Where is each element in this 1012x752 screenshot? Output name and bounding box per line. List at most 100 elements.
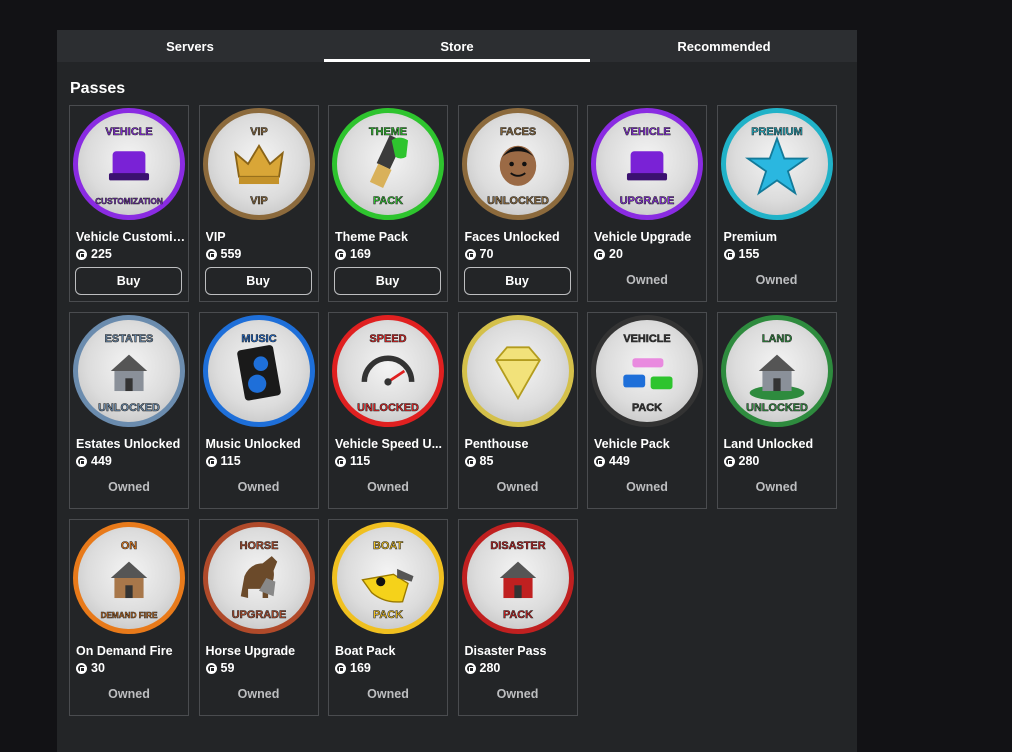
speaker-icon: MUSIC [202,315,315,427]
svg-text:UNLOCKED: UNLOCKED [487,195,549,207]
pass-card[interactable]: ESTATES UNLOCKED Estates Unlocked 449 Owned [69,312,189,509]
diamond-icon [461,315,574,427]
pass-card[interactable]: VEHICLE UPGRADE Vehicle Upgrade 20 Owned [587,105,707,302]
pass-card[interactable]: BOAT PACK Boat Pack 169 Owned [328,519,448,716]
pass-price-value: 449 [91,454,112,468]
owned-label: Owned [755,273,798,287]
buy-button[interactable]: Buy [463,267,571,295]
tab-store[interactable]: Store [324,30,590,62]
owned-label: Owned [496,480,539,494]
pass-card[interactable]: HORSE UPGRADE Horse Upgrade 59 Owned [198,519,319,716]
paintbrush-icon: THEME PACK [332,108,444,220]
pass-price: 115 [205,454,241,468]
svg-text:VIP: VIP [250,126,268,138]
pass-name: Penthouse [464,437,529,451]
robux-icon [594,455,605,467]
svg-text:BOAT: BOAT [373,540,403,552]
svg-text:PACK: PACK [373,195,403,207]
pass-price-value: 225 [91,247,112,261]
tab-recommended[interactable]: Recommended [591,30,857,62]
star-icon: PREMIUM [720,108,833,220]
svg-text:UNLOCKED: UNLOCKED [357,402,419,414]
buy-button[interactable]: Buy [75,267,182,295]
pass-card[interactable]: DISASTER PACK Disaster Pass 280 Owned [457,519,578,716]
pass-name: Boat Pack [335,644,396,658]
svg-text:ON: ON [121,540,137,552]
pass-name: Vehicle Pack [594,437,670,451]
boat-icon: BOAT PACK [332,522,444,634]
pass-card[interactable]: VEHICLE PACK Vehicle Pack 449 Owned [587,312,707,509]
section-title: Passes [70,80,126,97]
robux-icon [205,248,217,260]
pass-price-value: 155 [738,247,760,261]
svg-text:DISASTER: DISASTER [490,540,545,552]
pass-card[interactable]: Penthouse 85 Owned [457,312,578,509]
robux-icon [76,455,87,467]
svg-text:MUSIC: MUSIC [241,333,276,345]
svg-text:SPEED: SPEED [370,333,407,345]
pass-name: Faces Unlocked [464,230,560,244]
pass-card[interactable]: VEHICLE CUSTOMIZATION Vehicle Customiz... 2… [69,105,189,302]
pass-card[interactable]: PREMIUM Premium 155 Owned [716,105,837,302]
pass-price: 280 [723,454,759,468]
pass-price: 85 [464,454,494,468]
house-icon: ESTATES UNLOCKED [73,315,185,427]
svg-text:LAND: LAND [761,333,791,345]
robux-icon [205,455,217,467]
pass-name: Disaster Pass [464,644,547,658]
pass-name: On Demand Fire [76,644,173,658]
robux-icon [723,455,735,467]
pass-name: Land Unlocked [723,437,814,451]
robux-icon [594,248,605,260]
pass-card[interactable]: VIP VIP VIP 559 Buy [198,105,319,302]
svg-text:UPGRADE: UPGRADE [231,609,286,621]
passes-grid: VEHICLE CUSTOMIZATION Vehicle Customiz... 2… [69,105,837,716]
robux-icon [464,662,476,674]
owned-label: Owned [626,273,668,287]
buy-button[interactable]: Buy [204,267,312,295]
svg-text:VEHICLE: VEHICLE [623,126,670,138]
speedometer-icon: SPEED UNLOCKED [332,315,444,427]
pass-card[interactable]: SPEED UNLOCKED Vehicle Speed U... 115 Owned [328,312,448,509]
pass-card[interactable]: LAND UNLOCKED Land Unlocked 280 Owned [716,312,837,509]
pass-price-value: 280 [479,661,501,675]
pass-price-value: 85 [479,454,494,468]
svg-text:DEMAND FIRE: DEMAND FIRE [101,611,158,620]
svg-text:UPGRADE: UPGRADE [620,195,675,207]
pass-card[interactable]: THEME PACK Theme Pack 169 Buy [328,105,448,302]
pass-card[interactable]: MUSIC Music Unlocked 115 Owned [198,312,319,509]
svg-text:THEME: THEME [369,126,407,138]
tab-servers[interactable]: Servers [57,30,323,62]
owned-label: Owned [108,687,150,701]
pass-price-value: 559 [220,247,242,261]
pass-price-value: 30 [91,661,105,675]
pass-name: Music Unlocked [205,437,301,451]
pass-price-value: 59 [220,661,235,675]
pass-price: 449 [76,454,112,468]
pass-card[interactable]: ON DEMAND FIRE On Demand Fire 30 Owned [69,519,189,716]
pass-price: 169 [335,661,371,675]
owned-label: Owned [237,480,280,494]
pass-name: Horse Upgrade [205,644,296,658]
owned-label: Owned [108,480,150,494]
svg-text:VEHICLE: VEHICLE [105,126,152,138]
pass-price-value: 115 [220,454,241,468]
robux-icon [723,248,735,260]
face-icon: FACES UNLOCKED [461,108,574,220]
pass-price-value: 70 [479,247,494,261]
pass-price: 70 [464,247,494,261]
disaster-house-icon: DISASTER PACK [461,522,574,634]
robux-icon [335,455,346,467]
pass-price-value: 20 [609,247,623,261]
svg-text:ESTATES: ESTATES [105,333,154,345]
pass-card[interactable]: FACES UNLOCKED Faces Unlocked 70 Buy [457,105,578,302]
robux-icon [76,248,87,260]
pass-price-value: 449 [609,454,630,468]
store-panel: Servers Store Recommended Passes VEHICLE… [57,30,857,752]
crown-icon: VIP VIP [202,108,315,220]
robux-icon [76,662,87,674]
buy-button[interactable]: Buy [334,267,441,295]
active-tab-underline [324,59,590,62]
robux-icon [335,248,346,260]
vehicle-customization-icon: VEHICLE CUSTOMIZATION [73,108,185,220]
